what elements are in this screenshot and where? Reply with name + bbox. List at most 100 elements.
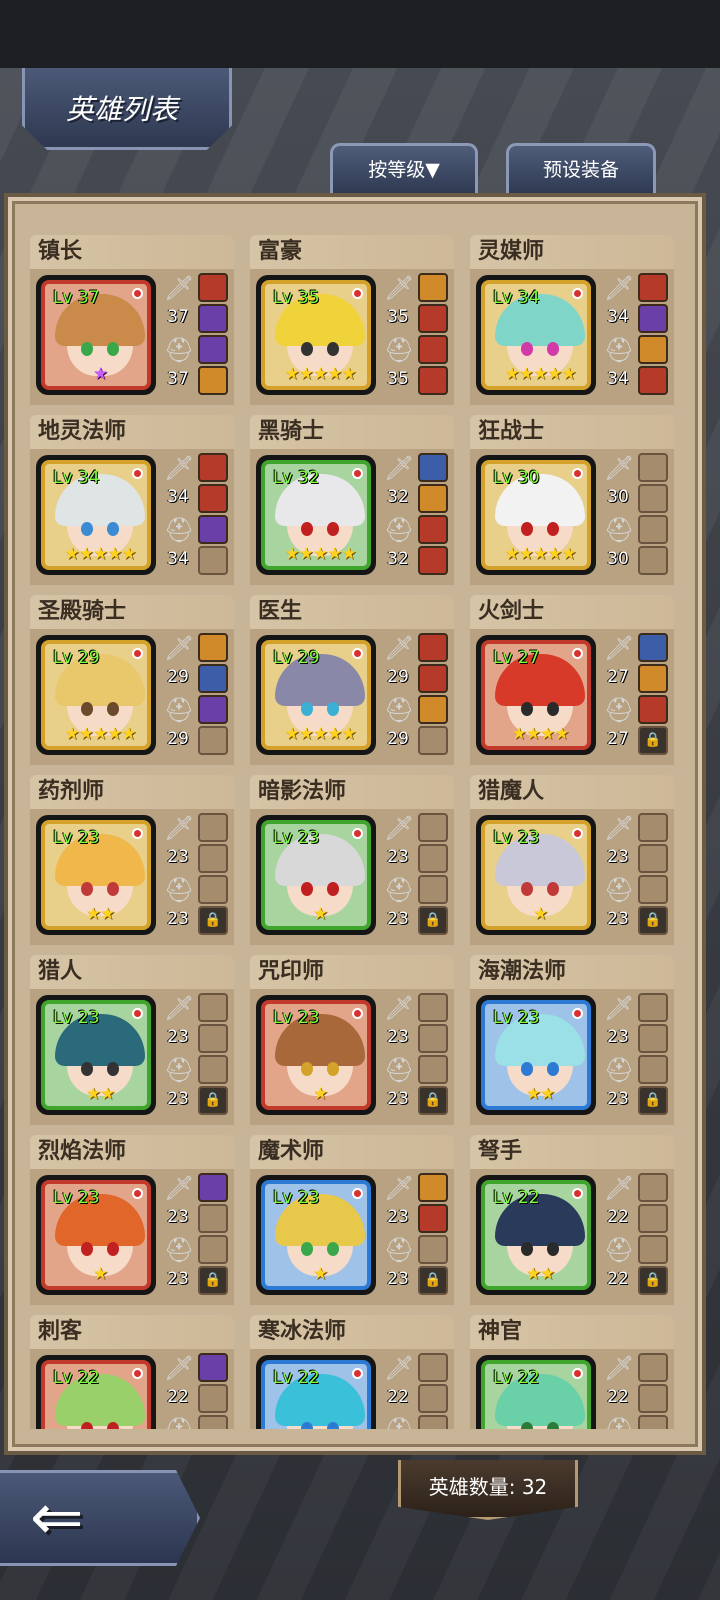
empty-equipment-slot[interactable] [638, 1384, 668, 1413]
empty-equipment-slot[interactable] [198, 546, 228, 575]
empty-equipment-slot[interactable] [638, 1173, 668, 1202]
empty-equipment-slot[interactable] [198, 1415, 228, 1429]
equipment-item[interactable] [418, 366, 448, 395]
equipment-item[interactable] [418, 633, 448, 662]
empty-equipment-slot[interactable] [638, 546, 668, 575]
empty-equipment-slot[interactable] [198, 1384, 228, 1413]
equipment-item[interactable] [198, 273, 228, 302]
hero-card[interactable]: 猎人 Lv 23 ★★ 🗡 23 ⛑ 23 🔒 [30, 955, 234, 1125]
hero-card[interactable]: 猎魔人 Lv 23 ★ 🗡 23 ⛑ 23 🔒 [470, 775, 674, 945]
equipment-item[interactable] [198, 633, 228, 662]
lock-icon[interactable]: 🔒 [418, 1266, 448, 1295]
hero-card[interactable]: 圣殿骑士 Lv 29 ★★★★★ 🗡 29 ⛑ 29 [30, 595, 234, 765]
hero-portrait-frame[interactable]: Lv 27 ★★★★ [476, 635, 596, 755]
hero-portrait-frame[interactable]: Lv 23 ★ [36, 1175, 156, 1295]
lock-icon[interactable]: 🔒 [418, 1086, 448, 1115]
equipment-item[interactable] [198, 453, 228, 482]
hero-portrait-frame[interactable]: Lv 22 [36, 1355, 156, 1429]
equipment-item[interactable] [198, 1353, 228, 1382]
lock-icon[interactable]: 🔒 [638, 726, 668, 755]
sort-by-level-button[interactable]: 按等级▼ [330, 143, 478, 193]
back-arrow-icon[interactable]: ⇐ [30, 1484, 150, 1552]
hero-card[interactable]: 镇长 Lv 37 ★ 🗡 37 ⛑ 37 [30, 235, 234, 405]
equipment-item[interactable] [418, 515, 448, 544]
hero-portrait-frame[interactable]: Lv 29 ★★★★★ [36, 635, 156, 755]
hero-card[interactable]: 火剑士 Lv 27 ★★★★ 🗡 27 ⛑ 27 🔒 [470, 595, 674, 765]
hero-card[interactable]: 弩手 Lv 22 ★★ 🗡 22 ⛑ 22 🔒 [470, 1135, 674, 1305]
equipment-item[interactable] [638, 304, 668, 333]
empty-equipment-slot[interactable] [418, 993, 448, 1022]
hero-portrait-frame[interactable]: Lv 23 ★★ [36, 995, 156, 1115]
hero-portrait-frame[interactable]: Lv 23 ★ [476, 815, 596, 935]
equipment-item[interactable] [418, 453, 448, 482]
empty-equipment-slot[interactable] [638, 484, 668, 513]
lock-icon[interactable]: 🔒 [198, 906, 228, 935]
hero-portrait-frame[interactable]: Lv 23 ★★ [476, 995, 596, 1115]
empty-equipment-slot[interactable] [198, 1024, 228, 1053]
empty-equipment-slot[interactable] [418, 1235, 448, 1264]
hero-card[interactable]: 海潮法师 Lv 23 ★★ 🗡 23 ⛑ 23 🔒 [470, 955, 674, 1125]
equipment-item[interactable] [638, 273, 668, 302]
empty-equipment-slot[interactable] [418, 726, 448, 755]
hero-card[interactable]: 烈焰法师 Lv 23 ★ 🗡 23 ⛑ 23 🔒 [30, 1135, 234, 1305]
equipment-item[interactable] [638, 695, 668, 724]
equipment-item[interactable] [418, 304, 448, 333]
empty-equipment-slot[interactable] [638, 453, 668, 482]
preset-equipment-button[interactable]: 预设装备 [506, 143, 656, 193]
empty-equipment-slot[interactable] [418, 1055, 448, 1084]
empty-equipment-slot[interactable] [418, 1353, 448, 1382]
equipment-item[interactable] [418, 335, 448, 364]
empty-equipment-slot[interactable] [198, 1235, 228, 1264]
hero-card[interactable]: 富豪 Lv 35 ★★★★★ 🗡 35 ⛑ 35 [250, 235, 454, 405]
equipment-item[interactable] [418, 1204, 448, 1233]
empty-equipment-slot[interactable] [198, 813, 228, 842]
equipment-item[interactable] [198, 304, 228, 333]
hero-portrait-frame[interactable]: Lv 30 ★★★★★ [476, 455, 596, 575]
empty-equipment-slot[interactable] [638, 1024, 668, 1053]
hero-grid[interactable]: 镇长 Lv 37 ★ 🗡 37 ⛑ 37 富豪 Lv 35 ★★★★★ 🗡 35 ⛑ 35 灵媒师 Lv 34… [30, 235, 680, 1429]
hero-portrait-frame[interactable]: Lv 23 ★★ [36, 815, 156, 935]
empty-equipment-slot[interactable] [638, 875, 668, 904]
equipment-item[interactable] [638, 366, 668, 395]
lock-icon[interactable]: 🔒 [638, 1266, 668, 1295]
hero-card[interactable]: 刺客Lv 22🗡22⛑22 [30, 1315, 234, 1429]
hero-portrait-frame[interactable]: Lv 22 [256, 1355, 376, 1429]
hero-portrait-frame[interactable]: Lv 35 ★★★★★ [256, 275, 376, 395]
hero-portrait-frame[interactable]: Lv 23 ★ [256, 1175, 376, 1295]
empty-equipment-slot[interactable] [198, 1055, 228, 1084]
empty-equipment-slot[interactable] [638, 813, 668, 842]
hero-portrait-frame[interactable]: Lv 22 ★★ [476, 1175, 596, 1295]
hero-portrait-frame[interactable]: Lv 32 ★★★★★ [256, 455, 376, 575]
hero-portrait-frame[interactable]: Lv 22 [476, 1355, 596, 1429]
hero-card[interactable]: 医生 Lv 29 ★★★★★ 🗡 29 ⛑ 29 [250, 595, 454, 765]
lock-icon[interactable]: 🔒 [418, 906, 448, 935]
empty-equipment-slot[interactable] [638, 1055, 668, 1084]
hero-portrait-frame[interactable]: Lv 37 ★ [36, 275, 156, 395]
hero-card[interactable]: 狂战士 Lv 30 ★★★★★ 🗡 30 ⛑ 30 [470, 415, 674, 585]
empty-equipment-slot[interactable] [198, 1204, 228, 1233]
hero-portrait-frame[interactable]: Lv 23 ★ [256, 995, 376, 1115]
hero-portrait-frame[interactable]: Lv 34 ★★★★★ [476, 275, 596, 395]
empty-equipment-slot[interactable] [198, 844, 228, 873]
hero-portrait-frame[interactable]: Lv 34 ★★★★★ [36, 455, 156, 575]
equipment-item[interactable] [418, 664, 448, 693]
equipment-item[interactable] [418, 273, 448, 302]
equipment-item[interactable] [198, 366, 228, 395]
empty-equipment-slot[interactable] [638, 1235, 668, 1264]
equipment-item[interactable] [198, 695, 228, 724]
equipment-item[interactable] [638, 664, 668, 693]
equipment-item[interactable] [418, 1173, 448, 1202]
empty-equipment-slot[interactable] [418, 1024, 448, 1053]
empty-equipment-slot[interactable] [418, 1384, 448, 1413]
lock-icon[interactable]: 🔒 [198, 1266, 228, 1295]
hero-portrait-frame[interactable]: Lv 23 ★ [256, 815, 376, 935]
lock-icon[interactable]: 🔒 [638, 906, 668, 935]
equipment-item[interactable] [418, 695, 448, 724]
equipment-item[interactable] [198, 1173, 228, 1202]
equipment-item[interactable] [638, 335, 668, 364]
hero-card[interactable]: 药剂师 Lv 23 ★★ 🗡 23 ⛑ 23 🔒 [30, 775, 234, 945]
equipment-item[interactable] [198, 664, 228, 693]
empty-equipment-slot[interactable] [198, 875, 228, 904]
lock-icon[interactable]: 🔒 [638, 1086, 668, 1115]
hero-portrait-frame[interactable]: Lv 29 ★★★★★ [256, 635, 376, 755]
